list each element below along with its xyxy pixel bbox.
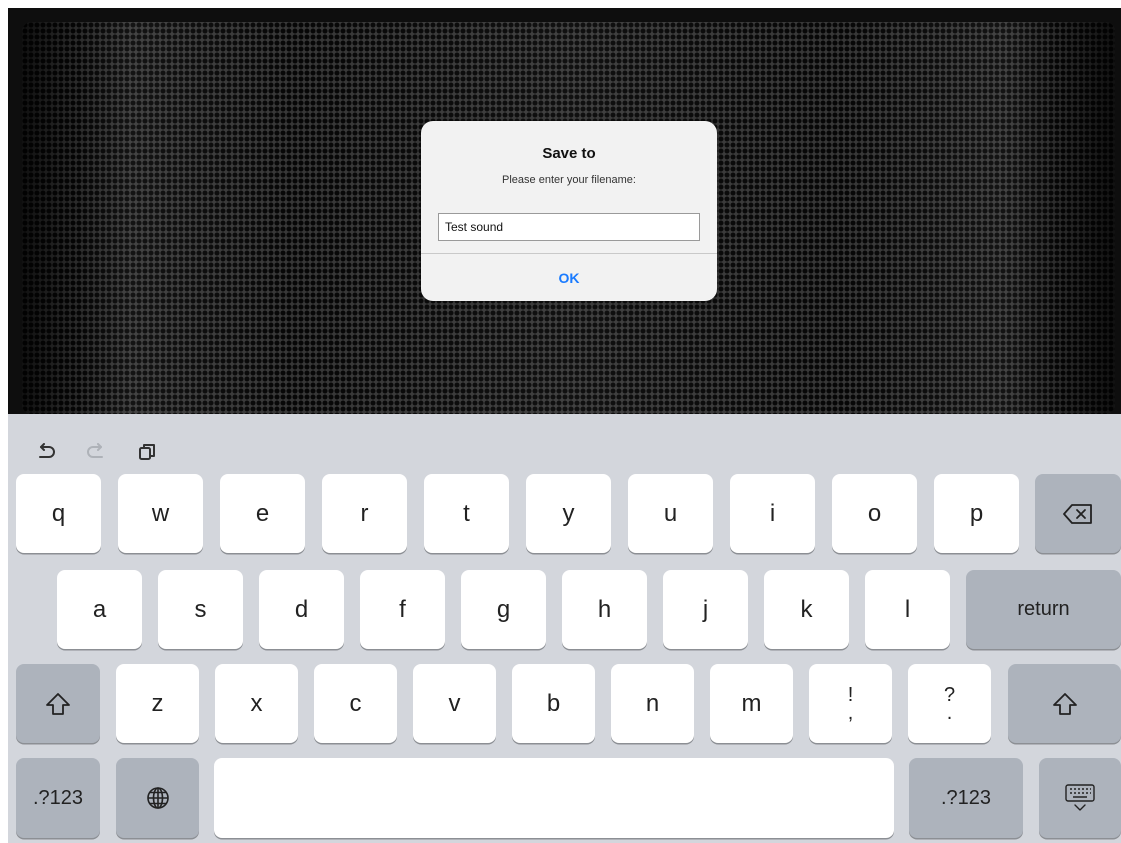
key-t[interactable]: t (424, 474, 509, 553)
key-a[interactable]: a (57, 570, 142, 649)
shift-icon (1052, 692, 1077, 715)
key-b[interactable]: b (512, 664, 595, 743)
globe-key[interactable] (116, 758, 199, 838)
key-question-period[interactable]: ? . (908, 664, 991, 743)
shift-icon (46, 692, 70, 715)
key-u[interactable]: u (628, 474, 713, 553)
key-s[interactable]: s (158, 570, 243, 649)
dialog-title: Save to (542, 145, 596, 162)
keyboard: q w e r t y u i o p a s d f g h j k l re… (8, 414, 1121, 843)
filename-input[interactable] (438, 213, 700, 241)
key-p[interactable]: p (934, 474, 1019, 553)
key-j[interactable]: j (663, 570, 748, 649)
save-dialog: Save to Please enter your filename: OK (421, 121, 717, 301)
key-h[interactable]: h (562, 570, 647, 649)
key-r[interactable]: r (322, 474, 407, 553)
key-x[interactable]: x (215, 664, 298, 743)
key-i[interactable]: i (730, 474, 815, 553)
key-f[interactable]: f (360, 570, 445, 649)
delete-icon (1063, 503, 1092, 524)
redo-icon[interactable] (82, 438, 110, 466)
dialog-message: Please enter your filename: (502, 174, 636, 186)
key-g[interactable]: g (461, 570, 546, 649)
key-w[interactable]: w (118, 474, 203, 553)
key-y[interactable]: y (526, 474, 611, 553)
key-v[interactable]: v (413, 664, 496, 743)
key-l[interactable]: l (865, 570, 950, 649)
key-comma-label: , (847, 701, 854, 724)
return-key[interactable]: return (966, 570, 1121, 649)
globe-icon (146, 787, 169, 809)
numbers-key-left[interactable]: .?123 (16, 758, 100, 838)
key-e[interactable]: e (220, 474, 305, 553)
undo-icon[interactable] (32, 438, 60, 466)
shift-key-right[interactable] (1008, 664, 1121, 743)
key-z[interactable]: z (116, 664, 199, 743)
paste-icon[interactable] (133, 438, 161, 466)
ok-button[interactable]: OK (421, 254, 717, 301)
key-exclamation-comma[interactable]: ! , (809, 664, 892, 743)
shift-key-left[interactable] (16, 664, 100, 743)
delete-key[interactable] (1035, 474, 1121, 553)
key-exclamation-label: ! (847, 683, 854, 706)
keyboard-dismiss-icon (1065, 784, 1095, 811)
key-d[interactable]: d (259, 570, 344, 649)
space-key[interactable] (214, 758, 894, 838)
key-n[interactable]: n (611, 664, 694, 743)
key-m[interactable]: m (710, 664, 793, 743)
key-o[interactable]: o (832, 474, 917, 553)
key-c[interactable]: c (314, 664, 397, 743)
numbers-key-right[interactable]: .?123 (909, 758, 1023, 838)
key-q[interactable]: q (16, 474, 101, 553)
keyboard-dismiss-key[interactable] (1039, 758, 1121, 838)
key-question-label: ? (943, 683, 956, 706)
key-period-label: . (946, 701, 953, 724)
key-k[interactable]: k (764, 570, 849, 649)
